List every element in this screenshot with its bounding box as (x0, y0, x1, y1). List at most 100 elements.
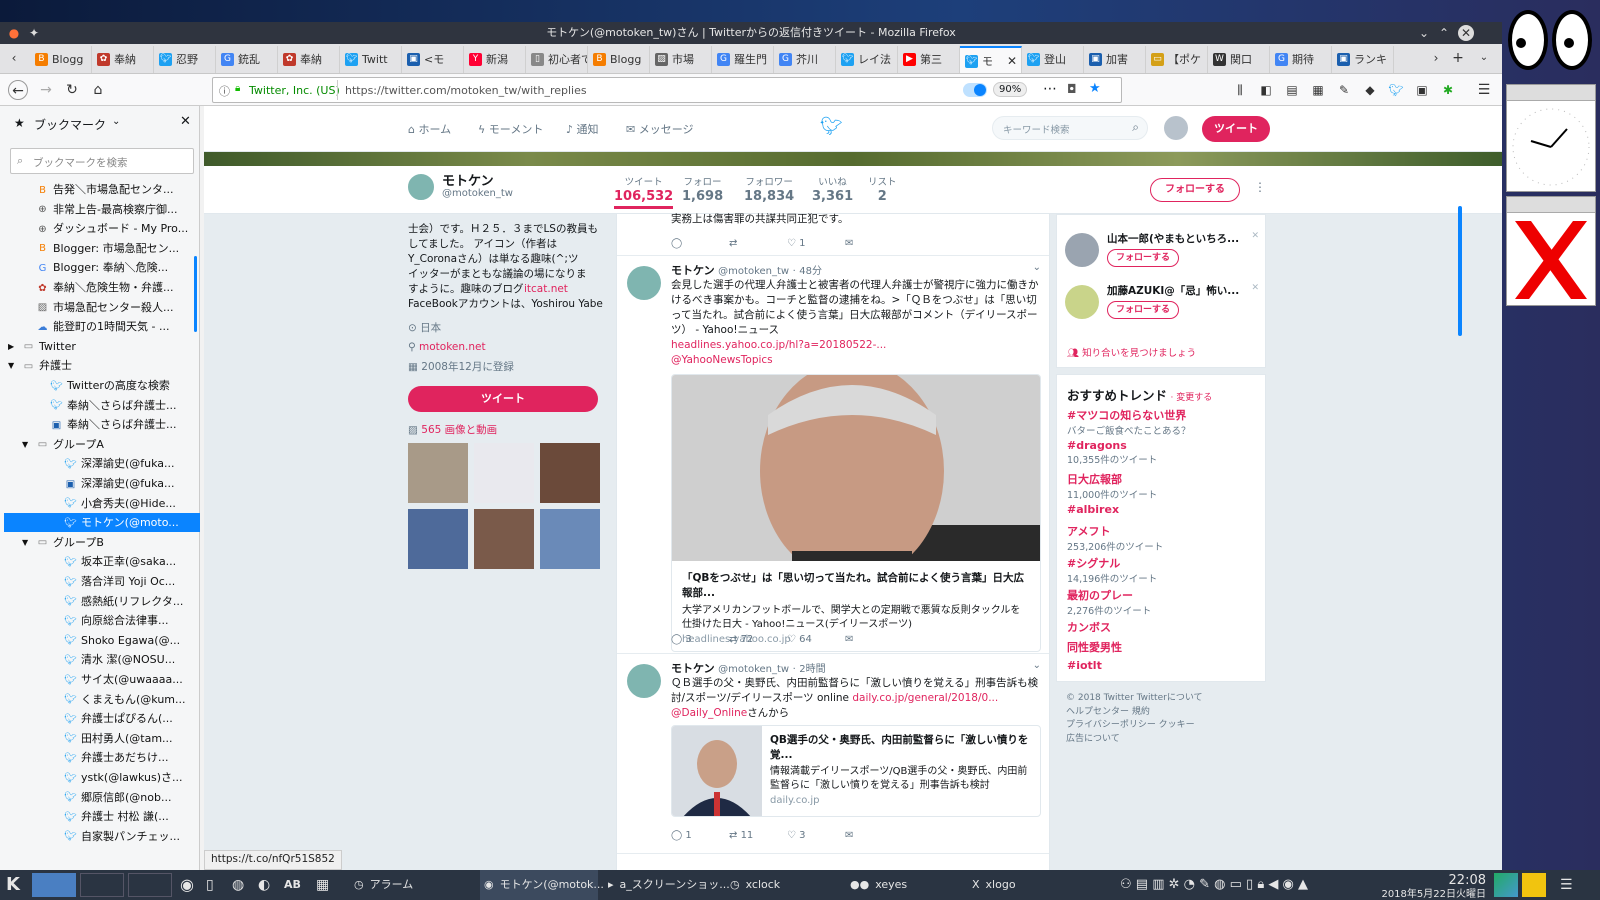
desktop-pager-2[interactable] (80, 873, 124, 897)
nav-home[interactable]: ⌂ ホーム (408, 121, 451, 137)
taskbar-item[interactable]: ◷ アラーム (350, 870, 468, 900)
bookmark-item[interactable]: 🐦︎ くまえもん(@kum... (4, 690, 200, 709)
bookmark-item[interactable]: 🐦︎ 弁護士 村松 謙(... (4, 807, 200, 826)
retweet-icon[interactable]: ⇄ 72 (729, 634, 787, 645)
taskbar-item[interactable]: ●● xeyes (846, 870, 964, 900)
media-thumbnail[interactable] (474, 443, 534, 503)
trend-item[interactable]: アメフト 253,206件のツイート (1067, 523, 1257, 553)
tab-scroll-right-icon[interactable]: › (1426, 48, 1446, 68)
profile-stat[interactable]: ツイート 106,532 (614, 174, 674, 209)
bookmark-item[interactable]: 🐦︎ 奉納＼さらば弁護士... (4, 396, 200, 415)
tab[interactable]: ✿ 奉納 (92, 46, 154, 73)
tab[interactable]: ▭ 【ポケ (1146, 46, 1208, 73)
follow-button[interactable]: フォローする (1107, 249, 1179, 267)
bookmark-item[interactable]: 🐦︎ 小倉秀夫(@Hide... (4, 494, 200, 513)
bookmark-item[interactable]: ▨ 市場急配センター殺人... (4, 298, 200, 317)
bookmark-star-icon[interactable]: ★ (1089, 81, 1101, 96)
xlogo-window[interactable] (1506, 196, 1596, 306)
twitter-extension-icon[interactable]: 🐦︎ (1386, 80, 1406, 100)
kde-launcher-icon[interactable]: K (6, 870, 20, 900)
profile-name[interactable]: モトケン (442, 170, 494, 189)
chevron-down-icon[interactable]: ⌄ (1033, 660, 1041, 671)
trend-name[interactable]: #マツコの知らない世界 (1067, 407, 1257, 423)
zoom-level[interactable]: 90% (993, 82, 1028, 97)
firefox-launcher-icon[interactable]: ◉ (180, 870, 194, 900)
follow-button[interactable]: フォローする (1150, 178, 1240, 202)
retweet-icon[interactable]: ⇄ (729, 238, 787, 249)
gimp-launcher-icon[interactable]: ◍ (232, 870, 244, 900)
trend-name[interactable]: 同性愛男性 (1067, 639, 1257, 655)
suggestion-name[interactable]: 山本一郎(やまもといちろ... (1107, 231, 1239, 246)
home-icon[interactable]: ⌂ (88, 80, 108, 100)
tab[interactable]: 🐦︎ 登山 (1022, 46, 1084, 73)
sidebar-title[interactable]: ブックマーク (34, 116, 106, 133)
suggestion-name[interactable]: 加藤AZUKI@「忌」怖い... (1107, 283, 1239, 298)
bookmark-item[interactable]: 🐦︎ Twitterの高度な検索 (4, 376, 200, 395)
trend-name[interactable]: #dragons (1067, 439, 1257, 452)
menu-hamburger-icon[interactable]: ☰ (1474, 80, 1494, 100)
document-launcher-icon[interactable]: ▯ (206, 870, 214, 900)
tab[interactable]: ▯ 初心者で (526, 46, 588, 73)
bookmark-item[interactable]: 🐦︎ 深澤諭史(@fuka... (4, 454, 200, 473)
profile-stat[interactable]: フォロワー 18,834 (744, 174, 794, 204)
extension-grid-icon[interactable]: ▦ (1308, 80, 1328, 100)
tab[interactable]: ▶ 第三 (898, 46, 960, 73)
search-icon[interactable]: ⌕ (1132, 120, 1139, 135)
nav-messages[interactable]: ✉ メッセージ (626, 121, 694, 137)
screenshot-icon[interactable]: ◆ (1360, 80, 1380, 100)
trend-item[interactable]: 同性愛男性 (1067, 639, 1257, 655)
more-options-icon[interactable]: ⋮ (1254, 180, 1266, 194)
bookmark-search-input[interactable]: ⌕ ブックマークを検索 (10, 148, 194, 174)
xeyes-window[interactable] (1506, 10, 1596, 82)
trend-name[interactable]: カンボス (1067, 619, 1257, 635)
forward-icon[interactable]: → (36, 80, 56, 100)
sidebar-toggle-icon[interactable]: ◧ (1256, 80, 1276, 100)
bookmark-item[interactable]: 🐦︎ 坂本正幸(@saka... (4, 552, 200, 571)
avatar[interactable] (1164, 116, 1188, 140)
dm-icon[interactable]: ✉ (845, 238, 903, 249)
trend-item[interactable]: #albirex (1067, 503, 1257, 516)
pen-icon[interactable]: ✎ (1334, 80, 1354, 100)
link-card[interactable]: 「QBをつぶせ」は「思い切って当たれ。試合前によく使う言葉」日大広報部... 大… (671, 374, 1041, 652)
trends-change-link[interactable]: · 変更する (1171, 393, 1213, 403)
text-editor-launcher-icon[interactable]: AB (284, 870, 301, 900)
bookmark-item[interactable]: ▣ 深澤諭史(@fuka... (4, 474, 200, 493)
tab[interactable]: B Blogg (30, 46, 92, 73)
bookmark-folder[interactable]: ▼ ▭ 弁護士 (4, 356, 200, 375)
follow-suggestion[interactable]: 加藤AZUKI@「忌」怖い... フォローする ✕ (1065, 283, 1259, 329)
retweet-icon[interactable]: ⇄ 11 (729, 830, 787, 841)
tab-scroll-left-icon[interactable]: ‹ (4, 48, 24, 68)
new-tab-icon[interactable]: + (1448, 48, 1468, 68)
bookmark-item[interactable]: 🐦︎ 田村勇人(@tam... (4, 729, 200, 748)
footer-link-row[interactable]: ヘルプセンター 規約 (1066, 706, 1203, 720)
tweet-link[interactable]: daily.co.jp/general/2018/0... (852, 692, 998, 704)
info-icon[interactable]: ⓘ (219, 83, 230, 99)
tab[interactable]: 🐦︎ 忍野 (154, 46, 216, 73)
tab[interactable]: ▨ 市場 (650, 46, 712, 73)
library-icon[interactable]: ⫼ (1230, 80, 1250, 100)
trend-item[interactable]: #シグナル 14,196件のツイート (1067, 555, 1257, 585)
bookmark-item[interactable]: 🐦︎ 弁護士あだちけ... (4, 748, 200, 767)
taskbar-item[interactable]: ▸ a_スクリーンショッ... (604, 870, 730, 900)
profile-avatar[interactable] (406, 172, 436, 202)
bookmark-item[interactable]: ☁ 能登町の1時間天気 - ... (4, 317, 200, 336)
tab[interactable]: ✿ 奉納 (278, 46, 340, 73)
tweet-link[interactable]: headlines.yahoo.co.jp/hl?a=20180522-... (671, 339, 886, 351)
nav-moments[interactable]: ϟ モーメント (478, 121, 543, 137)
tab[interactable]: 🐦︎ レイ法 (836, 46, 898, 73)
bookmark-item[interactable]: 🐦︎ モトケン(@moto... (4, 513, 200, 533)
tweet-mention[interactable]: @YahooNewsTopics (671, 354, 773, 366)
bookmark-item[interactable]: G Blogger: 奉納＼危険... (4, 258, 200, 277)
bookmark-item[interactable]: B 告発＼市場急配センタ... (4, 180, 200, 199)
app-launcher-icon[interactable]: ◐ (258, 870, 270, 900)
footer-link-row[interactable]: © 2018 Twitter Twitterについて (1066, 692, 1203, 706)
tab-list-icon[interactable]: ⌄ (1474, 48, 1494, 68)
close-sidebar-icon[interactable]: ✕ (180, 114, 191, 129)
back-icon[interactable]: ← (8, 80, 28, 100)
bookmark-item[interactable]: 🐦︎ 自家製パンチェッ... (4, 827, 200, 846)
chevron-down-icon[interactable]: ▼ (8, 356, 14, 375)
nav-notifications[interactable]: ♪ 通知 (566, 121, 599, 137)
twitter-logo-icon[interactable]: 🐦︎ (820, 116, 843, 137)
reader-icon[interactable]: ▤ (1282, 80, 1302, 100)
tab[interactable]: G 銃乱 (216, 46, 278, 73)
